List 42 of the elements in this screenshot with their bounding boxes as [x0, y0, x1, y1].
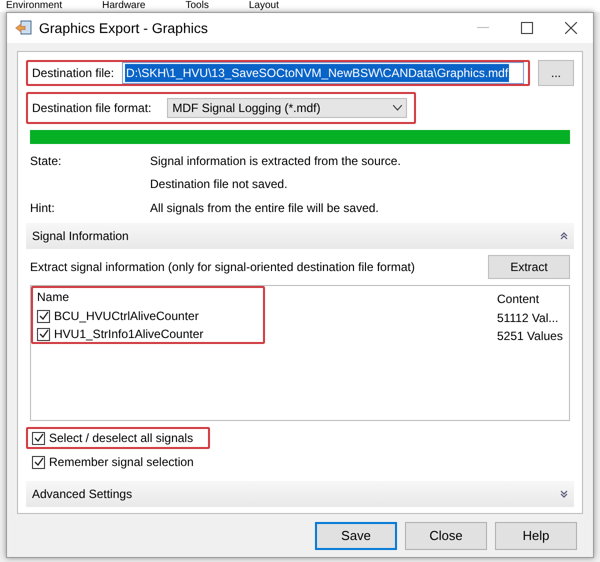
- checkbox[interactable]: [37, 310, 50, 322]
- info-label: State:: [30, 153, 62, 170]
- file-path-field[interactable]: D:\SKH\1_HVU\13_SaveSOCtoNVM_NewBSW\CANData\Graphics.mdf: [122, 62, 524, 84]
- export-icon: [15, 19, 33, 37]
- signal-name: BCU_HVUCtrlAliveCounter: [54, 308, 199, 325]
- field-label: Destination file:: [32, 65, 114, 82]
- checkbox-label: Select / deselect all signals: [49, 430, 194, 447]
- signal-name: HVU1_StrInfo1AliveCounter: [54, 326, 204, 343]
- caret-icon: [393, 105, 402, 111]
- maximize-icon[interactable]: [521, 22, 533, 34]
- dialog-button[interactable]: Close: [405, 522, 487, 550]
- section-title: Advanced Settings: [32, 486, 132, 503]
- checkbox[interactable]: [37, 328, 50, 340]
- window-title: Graphics Export - Graphics: [39, 18, 208, 38]
- expand-icon[interactable]: [560, 490, 568, 498]
- signal-content: 5251 Values: [497, 328, 564, 344]
- description-text: Extract signal information (only for signal-oriented destination file format): [30, 259, 415, 276]
- dialog-button[interactable]: Save: [315, 522, 397, 550]
- section-header[interactable]: Signal Information: [26, 223, 574, 249]
- extract-button[interactable]: Extract: [488, 255, 570, 279]
- menu-item[interactable]: Layout: [248, 0, 279, 12]
- column-header: Name: [37, 289, 70, 306]
- checkbox[interactable]: [32, 456, 45, 468]
- menu-item[interactable]: Tools: [186, 0, 209, 12]
- section-header[interactable]: Advanced Settings: [26, 481, 574, 507]
- info-label: Hint:: [30, 200, 56, 217]
- checkbox[interactable]: [32, 432, 45, 444]
- menu-item[interactable]: Environment: [6, 0, 62, 12]
- collapse-icon[interactable]: [560, 232, 568, 240]
- checkbox-label: Remember signal selection: [49, 454, 194, 471]
- info-text: All signals from the entire file will be saved.: [150, 200, 379, 217]
- dialog-button[interactable]: Help: [495, 522, 577, 550]
- column-header: Content: [497, 291, 540, 308]
- field-label: Destination file format:: [32, 100, 152, 117]
- signal-content: 51112 Val...: [497, 310, 560, 326]
- browse-button[interactable]: ...: [538, 60, 574, 86]
- section-title: Signal Information: [32, 228, 129, 245]
- info-text: Signal information is extracted from the source.: [150, 153, 401, 170]
- menu-item[interactable]: Hardware: [102, 0, 146, 12]
- close-icon[interactable]: [565, 22, 577, 34]
- info-text: Destination file not saved.: [150, 176, 288, 193]
- format-dropdown[interactable]: MDF Signal Logging (*.mdf): [167, 98, 408, 118]
